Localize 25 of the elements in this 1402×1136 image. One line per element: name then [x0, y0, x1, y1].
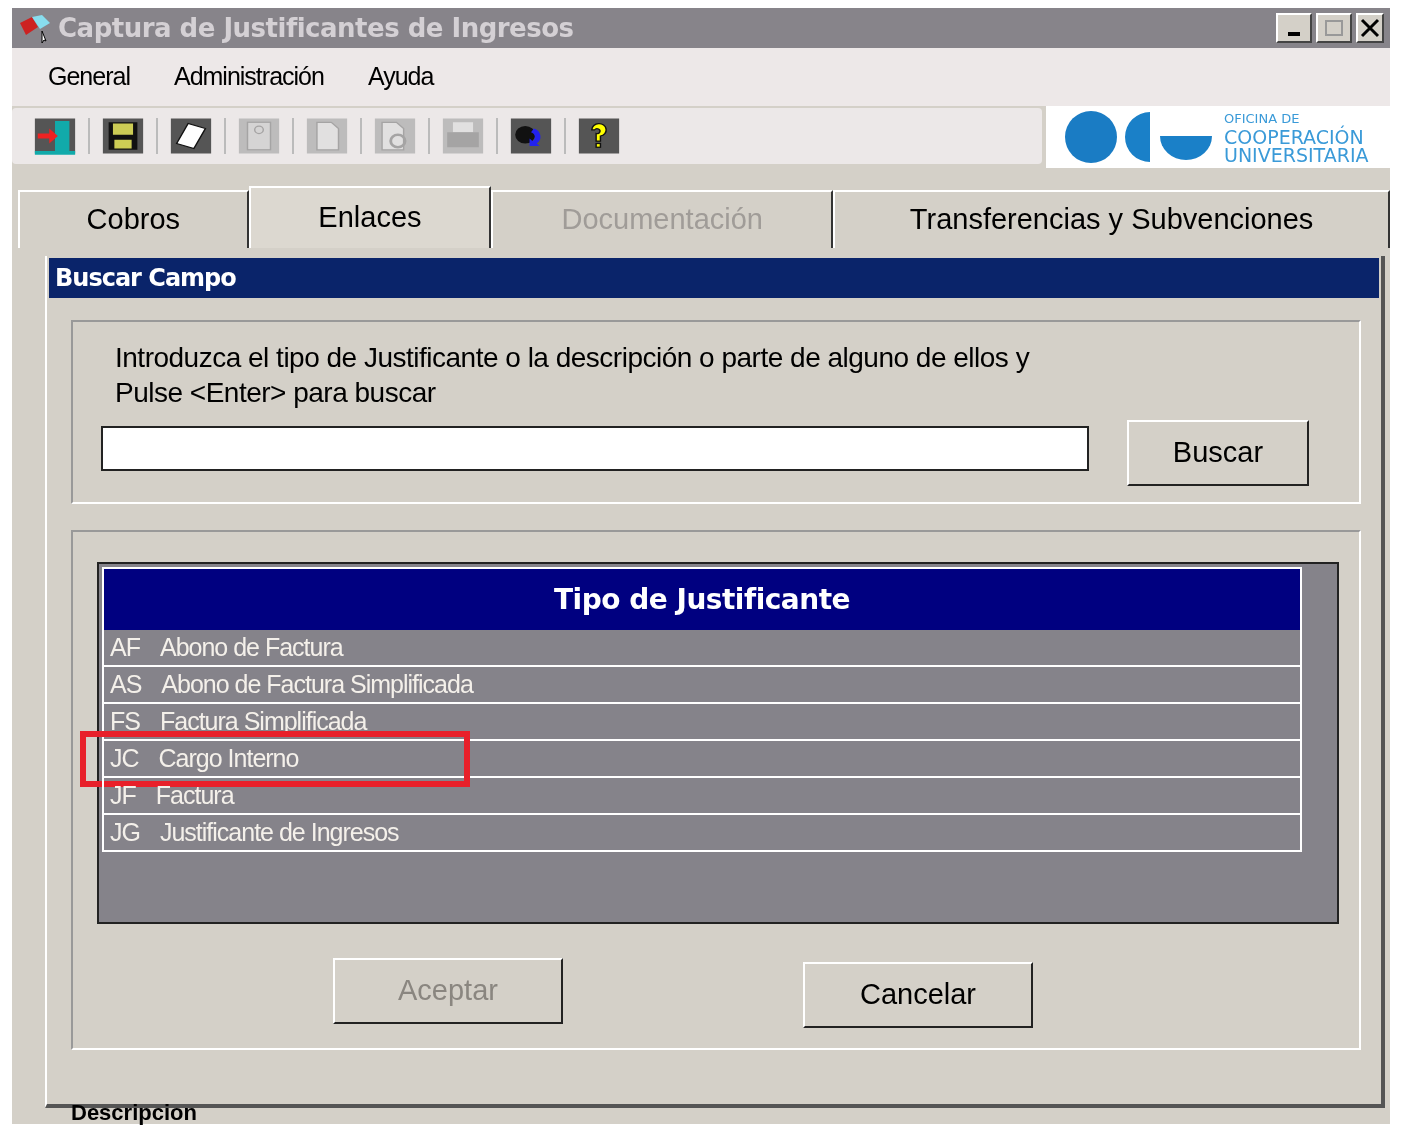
field-label: Descripcion — [71, 1102, 198, 1124]
note-icon[interactable] — [168, 116, 214, 156]
window-title: Captura de Justificantes de Ingresos — [58, 11, 574, 45]
logo-text: UNIVERSITARIA — [1224, 146, 1369, 164]
instructions-text: Introduzca el tipo de Justificante o la descripción o parte de alguno de ellos y Pulse <Enter> para buscar — [115, 341, 1031, 410]
logo-icon — [1064, 110, 1214, 164]
menu-item[interactable]: Administración — [173, 58, 324, 96]
dialog-title: Buscar Campo — [55, 263, 236, 294]
close-button[interactable] — [1356, 13, 1384, 43]
menu-item[interactable]: Ayuda — [367, 58, 434, 96]
menu-item[interactable]: General — [48, 58, 130, 96]
app-icon — [18, 13, 52, 43]
search-button[interactable]: Buscar — [1127, 420, 1309, 486]
column-header: Tipo de Justificante — [553, 581, 851, 618]
help-icon[interactable] — [576, 116, 622, 156]
tab[interactable]: Transferencias y Subvenciones — [833, 190, 1390, 248]
search-field[interactable] — [101, 426, 1089, 471]
swap-icon[interactable] — [508, 116, 554, 156]
cancel-button[interactable]: Cancelar — [803, 962, 1033, 1028]
minimize-button[interactable] — [1276, 13, 1312, 43]
tab[interactable]: Enlaces — [248, 186, 492, 248]
tab[interactable]: Cobros — [18, 190, 249, 248]
maximize-button[interactable] — [1316, 13, 1352, 43]
door-icon[interactable] — [32, 116, 78, 156]
logo-text: OFICINA DE — [1224, 110, 1300, 126]
